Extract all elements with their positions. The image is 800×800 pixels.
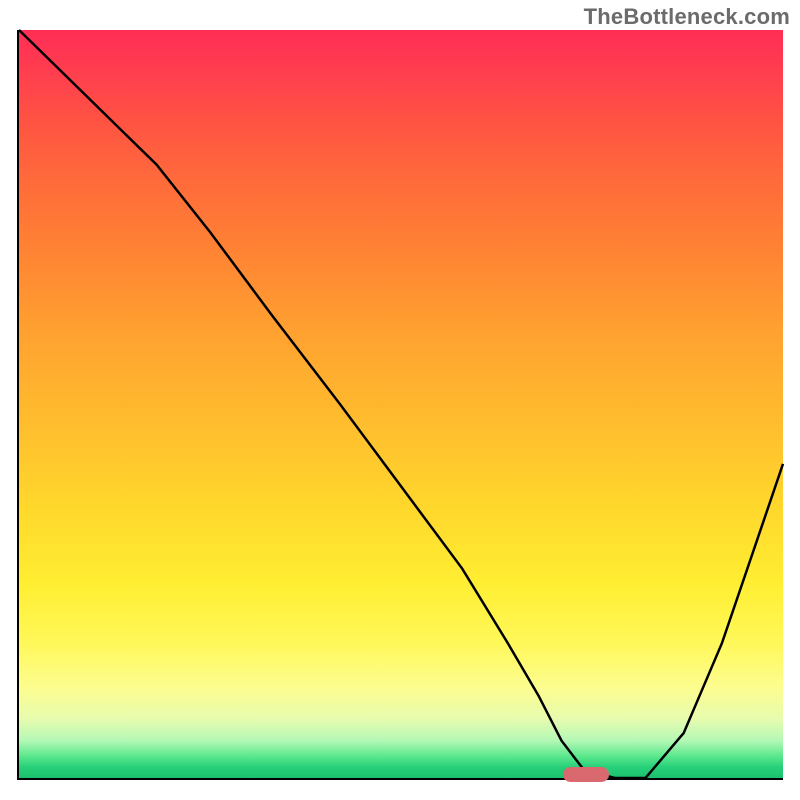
watermark-label: TheBottleneck.com [584,4,790,30]
optimal-point-marker [563,767,609,782]
chart-area [17,30,783,780]
bottleneck-curve [19,30,783,778]
